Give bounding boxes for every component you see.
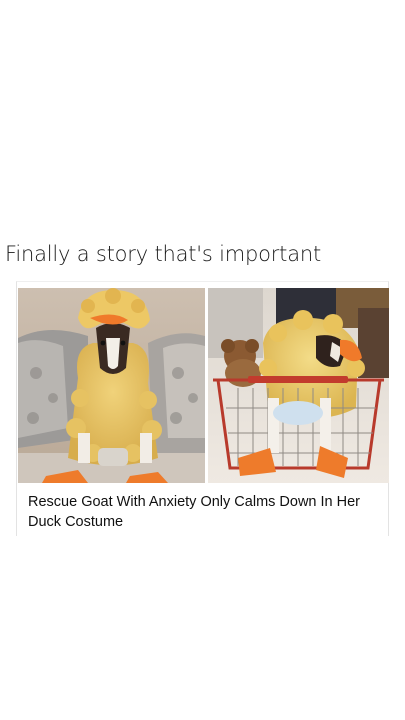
goat-cart-photo (208, 288, 389, 483)
goat-cart-image (208, 288, 389, 483)
goat-couch-image (18, 288, 205, 483)
article-card[interactable]: Rescue Goat With Anxiety Only Calms Down… (16, 281, 389, 536)
article-headline[interactable]: Rescue Goat With Anxiety Only Calms Down… (28, 492, 378, 532)
article-photos (18, 288, 389, 483)
post-caption: Finally a story that's important (5, 242, 322, 266)
goat-couch-photo (18, 288, 205, 483)
